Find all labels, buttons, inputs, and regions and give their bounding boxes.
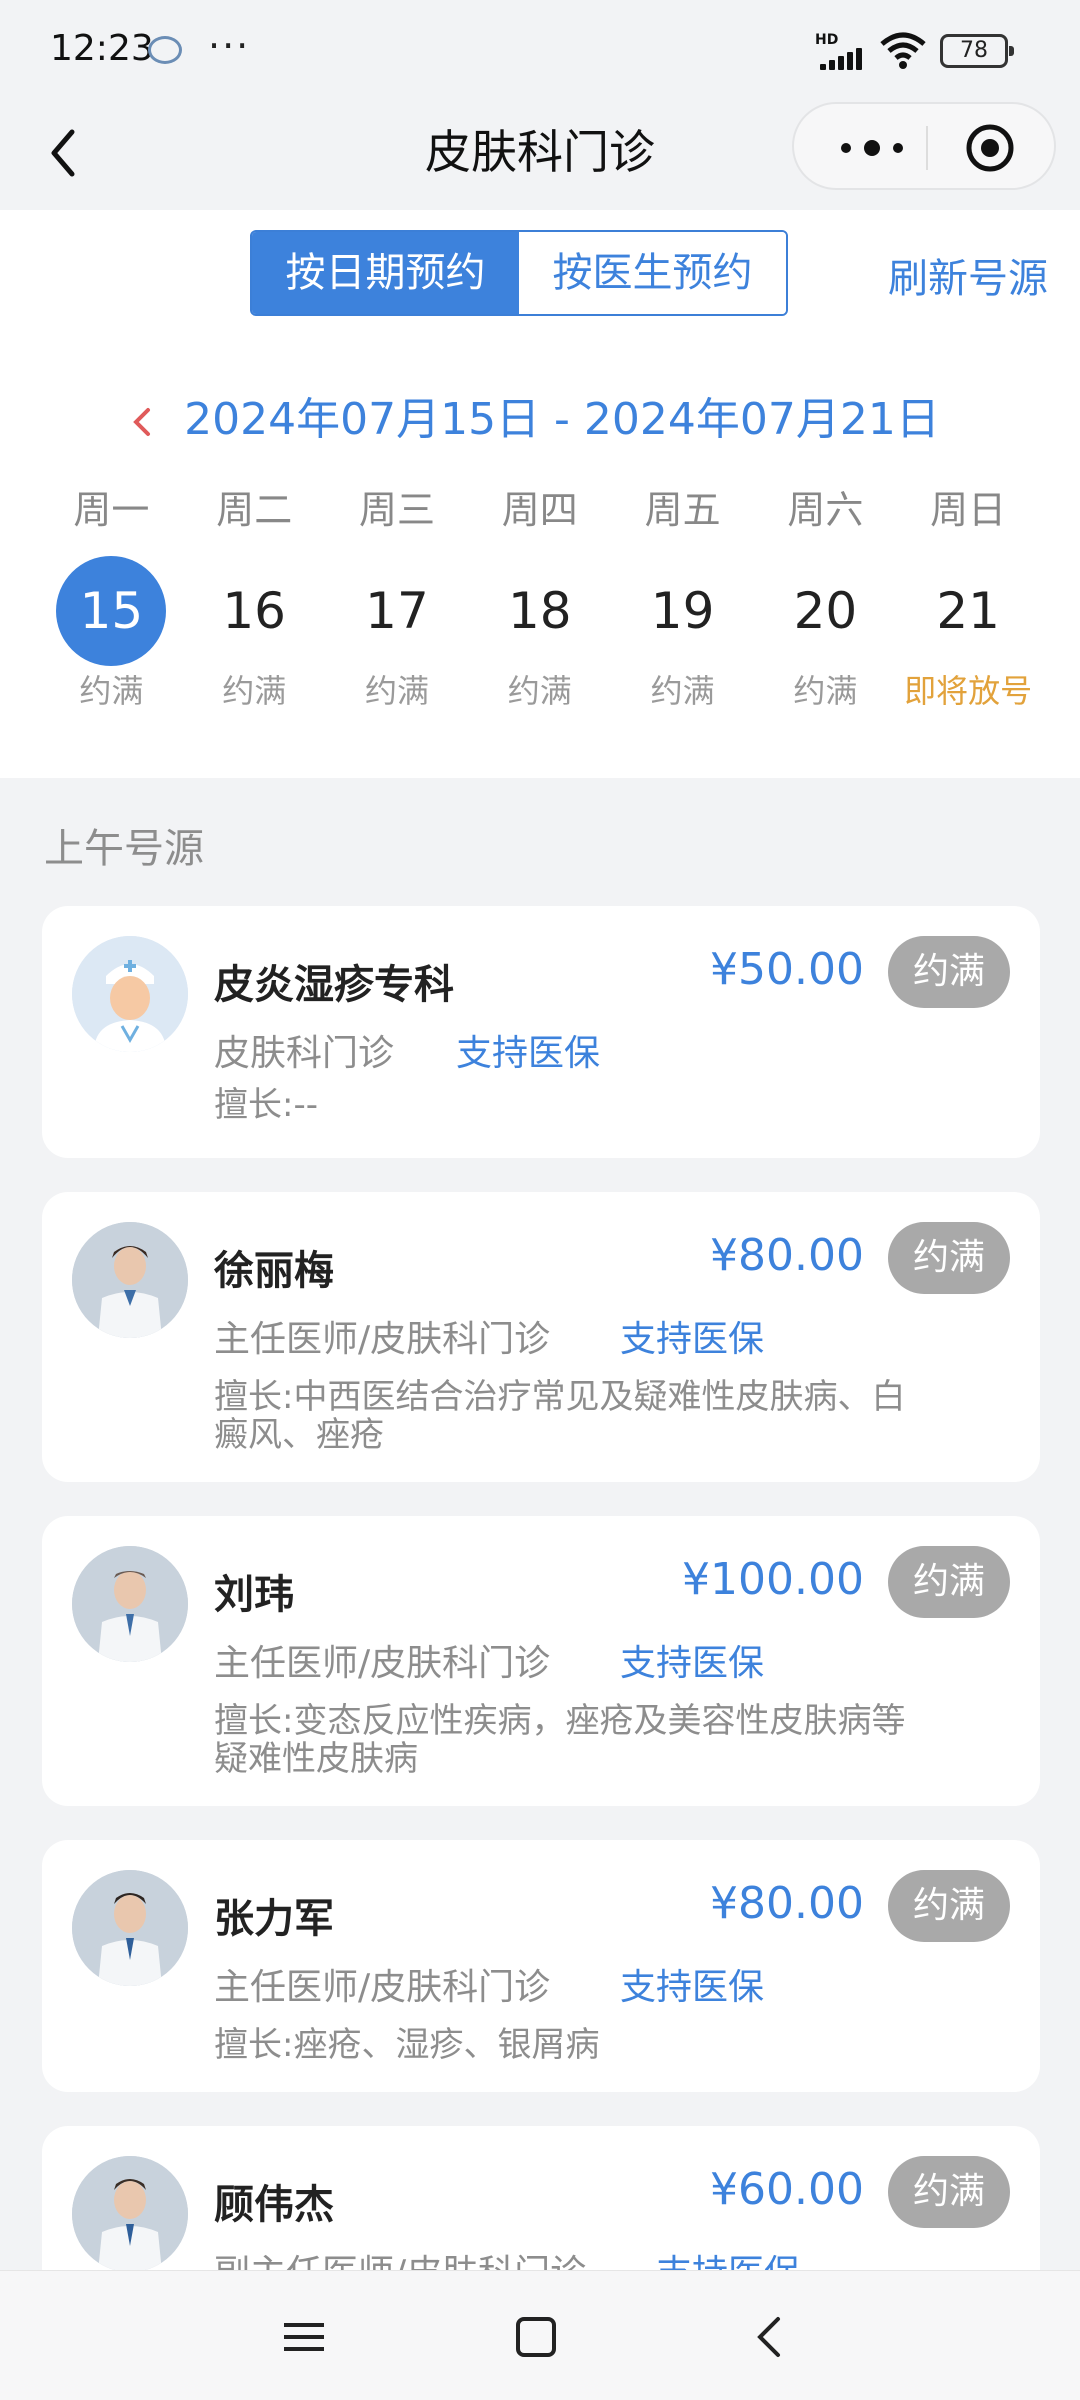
back-triangle-icon[interactable] bbox=[742, 2309, 798, 2365]
day-item[interactable]: 周日 21 即将放号 bbox=[897, 480, 1040, 740]
system-nav-bar bbox=[0, 2270, 1080, 2400]
day-status: 约满 bbox=[650, 672, 715, 710]
day-number: 19 bbox=[650, 582, 715, 640]
weekday-label: 周一 bbox=[73, 488, 150, 532]
weekday-label: 周五 bbox=[644, 488, 721, 532]
day-status: 约满 bbox=[793, 672, 858, 710]
chevron-left-icon[interactable] bbox=[36, 118, 96, 188]
insurance-label: 支持医保 bbox=[656, 2244, 800, 2270]
status-more-dots: ··· bbox=[208, 24, 251, 68]
tab-by-date[interactable]: 按日期预约 bbox=[252, 232, 519, 314]
doctor-name: 徐丽梅 bbox=[214, 1248, 334, 1294]
day-status: 约满 bbox=[364, 672, 429, 710]
day-status: 约满 bbox=[222, 672, 287, 710]
day-item[interactable]: 周三 17 约满 bbox=[326, 480, 469, 740]
doctor-card[interactable]: 顾伟杰 ¥60.00 约满 副主任医师/皮肤科门诊 支持医保 bbox=[42, 2126, 1040, 2270]
wifi-icon bbox=[880, 32, 926, 69]
status-time: 12:23 bbox=[50, 28, 154, 69]
more-dots-icon[interactable] bbox=[832, 122, 912, 174]
insurance-label: 支持医保 bbox=[620, 1643, 765, 1684]
weekday-label: 周二 bbox=[216, 488, 293, 532]
doctor-card[interactable]: 皮炎湿疹专科 ¥50.00 约满 皮肤科门诊 支持医保 擅长:-- bbox=[42, 906, 1040, 1158]
specialty-text: 擅长:变态反应性疾病，痤疮及美容性皮肤病等疑难性皮肤病 bbox=[214, 1701, 906, 1779]
day-status: 约满 bbox=[507, 672, 572, 710]
status-badge: 约满 bbox=[888, 1870, 1010, 1942]
mini-program-capsule bbox=[792, 102, 1056, 190]
doctor-name: 刘玮 bbox=[214, 1572, 294, 1618]
department: 副主任医师/皮肤科门诊 bbox=[214, 2244, 586, 2270]
specialty-text: 擅长:-- bbox=[214, 1085, 318, 1125]
doctor-card[interactable]: 徐丽梅 ¥80.00 约满 主任医师/皮肤科门诊 支持医保 擅长:中西医结合治疗… bbox=[42, 1192, 1040, 1482]
doctor-name: 皮炎湿疹专科 bbox=[214, 962, 454, 1008]
target-icon[interactable] bbox=[964, 122, 1016, 174]
insurance-label: 支持医保 bbox=[620, 1319, 765, 1360]
day-number: 15 bbox=[56, 556, 167, 666]
day-number: 16 bbox=[222, 582, 286, 640]
week-range-row: 2024年07月15日 - 2024年07月21日 bbox=[0, 380, 1080, 460]
weekday-label: 周三 bbox=[358, 488, 435, 532]
doctor-photo-icon bbox=[72, 1546, 188, 1662]
status-badge: 约满 bbox=[888, 936, 1010, 1008]
home-square-icon[interactable] bbox=[508, 2309, 564, 2365]
price: ¥80.00 bbox=[710, 1230, 864, 1281]
refresh-button[interactable]: 刷新号源 bbox=[888, 246, 1048, 304]
price: ¥50.00 bbox=[710, 944, 864, 995]
doctor-card[interactable]: 张力军 ¥80.00 约满 主任医师/皮肤科门诊 支持医保 擅长:痤疮、湿疹、银… bbox=[42, 1840, 1040, 2092]
tab-by-doctor[interactable]: 按医生预约 bbox=[519, 232, 786, 314]
battery-icon: 78 bbox=[940, 34, 1014, 68]
day-item[interactable]: 周五 19 约满 bbox=[611, 480, 754, 740]
insurance-label: 支持医保 bbox=[456, 1033, 601, 1074]
insurance-label: 支持医保 bbox=[620, 1967, 765, 2008]
chevron-left-icon[interactable] bbox=[130, 402, 154, 442]
department: 皮肤科门诊 bbox=[214, 1033, 395, 1074]
signal-icon bbox=[820, 48, 870, 70]
status-bar: 12:23 ··· HD 78 bbox=[0, 0, 1080, 100]
doctor-photo-icon bbox=[72, 2156, 188, 2270]
day-status: 约满 bbox=[79, 672, 144, 710]
status-badge: 约满 bbox=[888, 1546, 1010, 1618]
section-title: 上午号源 bbox=[44, 826, 204, 872]
doctor-photo-icon bbox=[72, 1222, 188, 1338]
week-range: 2024年07月15日 - 2024年07月21日 bbox=[184, 394, 940, 445]
weekday-label: 周日 bbox=[930, 488, 1007, 532]
doctor-name: 张力军 bbox=[214, 1896, 334, 1942]
capsule-divider bbox=[926, 126, 928, 170]
doctor-card[interactable]: 刘玮 ¥100.00 约满 主任医师/皮肤科门诊 支持医保 擅长:变态反应性疾病… bbox=[42, 1516, 1040, 1806]
department: 主任医师/皮肤科门诊 bbox=[214, 1967, 551, 2008]
doctor-name: 顾伟杰 bbox=[214, 2182, 334, 2228]
specialty-text: 擅长:痤疮、湿疹、银屑病 bbox=[214, 2025, 600, 2065]
department: 主任医师/皮肤科门诊 bbox=[214, 1643, 551, 1684]
day-item[interactable]: 周四 18 约满 bbox=[468, 480, 611, 740]
day-status: 即将放号 bbox=[904, 672, 1033, 710]
day-item[interactable]: 周二 16 约满 bbox=[183, 480, 326, 740]
price: ¥60.00 bbox=[710, 2164, 864, 2215]
day-number: 17 bbox=[365, 582, 429, 640]
department: 主任医师/皮肤科门诊 bbox=[214, 1319, 551, 1360]
day-picker: 周一 15 约满 周二 16 约满 周三 17 约满 周四 18 约满 周五 1… bbox=[40, 480, 1040, 740]
nav-bar: 皮肤科门诊 bbox=[0, 100, 1080, 210]
specialty-text: 擅长:中西医结合治疗常见及疑难性皮肤病、白癜风、痤疮 bbox=[214, 1377, 906, 1455]
price: ¥80.00 bbox=[710, 1878, 864, 1929]
weekday-label: 周六 bbox=[787, 488, 864, 532]
day-number: 20 bbox=[793, 582, 858, 640]
menu-icon[interactable] bbox=[276, 2309, 332, 2365]
status-badge: 约满 bbox=[888, 1222, 1010, 1294]
doctor-photo-icon bbox=[72, 1870, 188, 1986]
chat-bubble-icon bbox=[148, 36, 182, 64]
price: ¥100.00 bbox=[682, 1554, 864, 1605]
status-badge: 约满 bbox=[888, 2156, 1010, 2228]
date-selector-panel: 按日期预约 按医生预约 刷新号源 2024年07月15日 - 2024年07月2… bbox=[0, 210, 1080, 778]
day-number: 21 bbox=[936, 582, 1000, 640]
booking-mode-tabs: 按日期预约 按医生预约 bbox=[250, 230, 788, 316]
day-item[interactable]: 周一 15 约满 bbox=[40, 480, 183, 740]
weekday-label: 周四 bbox=[501, 488, 578, 532]
hd-label: HD bbox=[815, 32, 839, 48]
day-number: 18 bbox=[507, 582, 572, 640]
nurse-avatar-icon bbox=[72, 936, 188, 1052]
day-item[interactable]: 周六 20 约满 bbox=[754, 480, 897, 740]
